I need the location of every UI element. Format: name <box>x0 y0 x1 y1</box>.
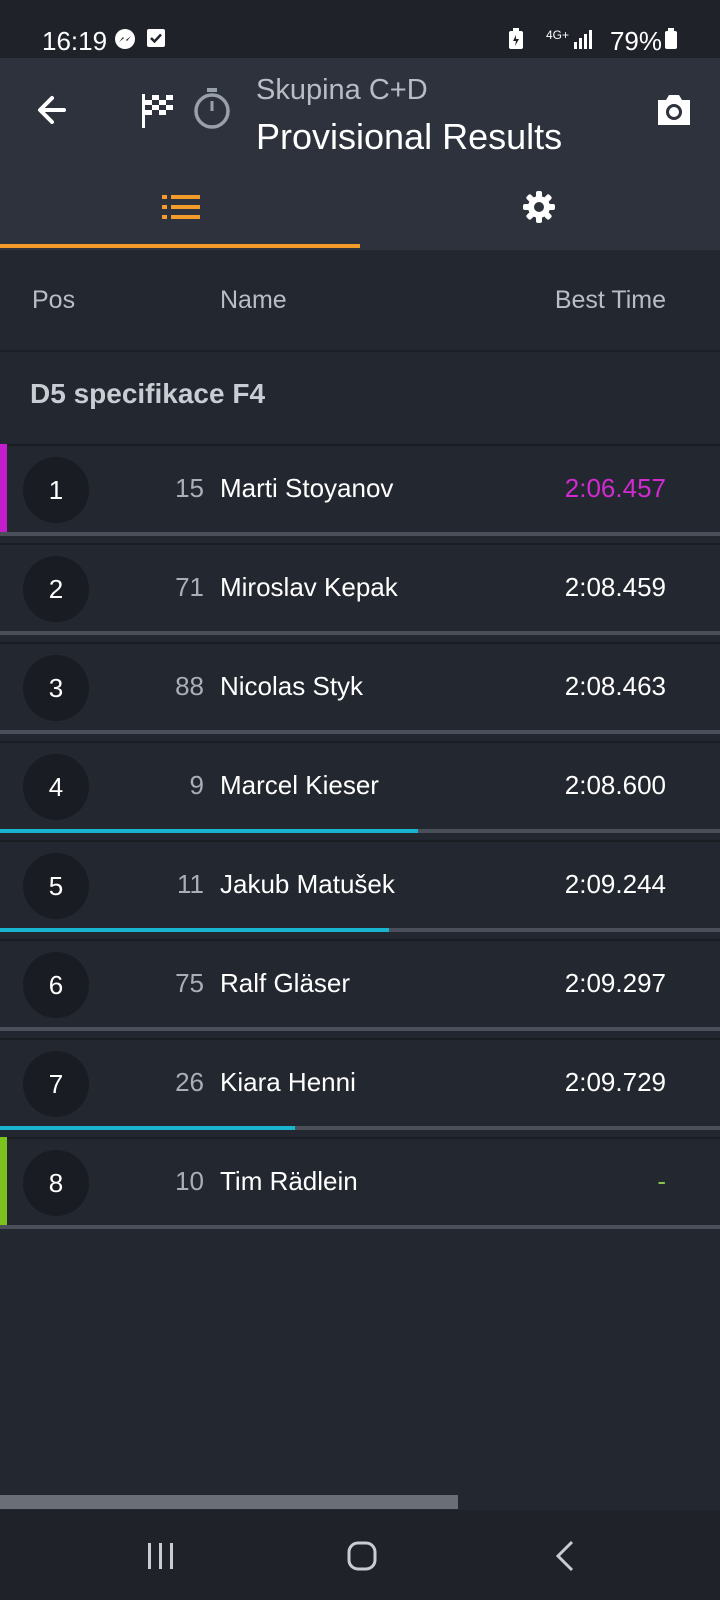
checkbox-notification-icon <box>147 29 165 47</box>
class-section-title: D5 specifikace F4 <box>30 378 266 409</box>
system-back-icon[interactable] <box>554 1540 576 1572</box>
driver-name: Miroslav Kepak <box>220 572 398 602</box>
best-time: 2:08.463 <box>564 671 666 701</box>
stopwatch-icon[interactable] <box>192 86 232 130</box>
car-number: 11 <box>177 869 204 899</box>
table-row[interactable]: 2 71 Miroslav Kepak 2:08.459 <box>0 543 720 635</box>
tab-settings[interactable] <box>360 178 720 246</box>
list-icon <box>162 195 200 219</box>
best-time: - <box>657 1166 666 1196</box>
position-badge: 3 <box>23 655 89 721</box>
row-progress <box>0 1126 296 1130</box>
car-number: 10 <box>175 1166 204 1196</box>
driver-name: Marti Stoyanov <box>220 473 394 503</box>
battery-icon <box>665 28 677 49</box>
table-row[interactable]: 6 75 Ralf Gläser 2:09.297 <box>0 939 720 1031</box>
app-subtitle: Skupina C+D <box>256 74 428 106</box>
row-divider <box>0 631 720 635</box>
driver-name: Jakub Matušek <box>220 869 395 899</box>
best-time: 2:09.297 <box>564 968 666 998</box>
battery-percent: 79% <box>609 26 662 56</box>
car-number: 26 <box>175 1067 204 1097</box>
checkered-flag-icon[interactable] <box>140 92 176 130</box>
best-time: 2:09.244 <box>564 869 666 899</box>
row-progress <box>0 829 418 833</box>
best-time: 2:08.600 <box>564 770 666 800</box>
signal-icon <box>574 30 592 49</box>
horizontal-scrollbar[interactable] <box>0 1495 458 1509</box>
table-row[interactable]: 7 26 Kiara Henni 2:09.729 <box>0 1038 720 1130</box>
driver-name: Ralf Gläser <box>220 968 351 998</box>
car-number: 15 <box>175 473 204 503</box>
header-best-time: Best Time <box>554 286 666 314</box>
status-time: 16:19 <box>42 26 108 56</box>
car-number: 9 <box>189 770 204 800</box>
row-divider <box>0 1027 720 1031</box>
battery-saver-icon <box>509 28 523 49</box>
tab-list[interactable] <box>0 178 360 246</box>
row-divider <box>0 1225 720 1229</box>
messenger-icon <box>115 29 135 49</box>
car-number: 71 <box>175 572 204 602</box>
table-row[interactable]: 8 10 Tim Rädlein - <box>0 1137 720 1229</box>
table-row[interactable]: 5 11 Jakub Matušek 2:09.244 <box>0 840 720 932</box>
car-number: 75 <box>175 968 204 998</box>
position-badge: 8 <box>23 1150 89 1216</box>
row-divider <box>0 532 720 536</box>
best-time: 2:08.459 <box>564 572 666 602</box>
table-header: Pos Name Best Time <box>0 250 720 352</box>
position-badge: 5 <box>23 853 89 919</box>
car-number: 88 <box>175 671 204 701</box>
position-badge: 6 <box>23 952 89 1018</box>
table-row[interactable]: 4 9 Marcel Kieser 2:08.600 <box>0 741 720 833</box>
best-time: 2:06.457 <box>564 473 666 503</box>
driver-name: Tim Rädlein <box>220 1166 358 1196</box>
driver-name: Kiara Henni <box>220 1067 356 1097</box>
table-row[interactable]: 1 15 Marti Stoyanov 2:06.457 <box>0 444 720 536</box>
recent-apps-icon[interactable] <box>146 1542 176 1570</box>
back-arrow-icon[interactable] <box>34 92 70 128</box>
row-divider <box>0 730 720 734</box>
position-badge: 1 <box>23 457 89 523</box>
app-bar: Skupina C+D Provisional Results <box>0 58 720 250</box>
active-tab-indicator <box>0 244 360 248</box>
page-title: Provisional Results <box>256 116 563 157</box>
position-badge: 2 <box>23 556 89 622</box>
gear-icon <box>523 191 555 223</box>
driver-name: Marcel Kieser <box>220 770 379 800</box>
status-bar: 16:19 4G+ 79% <box>0 0 720 58</box>
row-accent <box>0 444 7 536</box>
row-progress <box>0 928 389 932</box>
header-pos: Pos <box>32 286 76 314</box>
position-badge: 4 <box>23 754 89 820</box>
table-row[interactable]: 3 88 Nicolas Styk 2:08.463 <box>0 642 720 734</box>
best-time: 2:09.729 <box>564 1067 666 1097</box>
camera-icon[interactable] <box>654 92 694 128</box>
position-badge: 7 <box>23 1051 89 1117</box>
home-icon[interactable] <box>346 1540 378 1572</box>
network-type: 4G+ <box>546 28 570 42</box>
system-nav-bar <box>0 1510 720 1600</box>
header-name: Name <box>220 286 287 314</box>
driver-name: Nicolas Styk <box>220 671 364 701</box>
row-accent <box>0 1137 7 1229</box>
